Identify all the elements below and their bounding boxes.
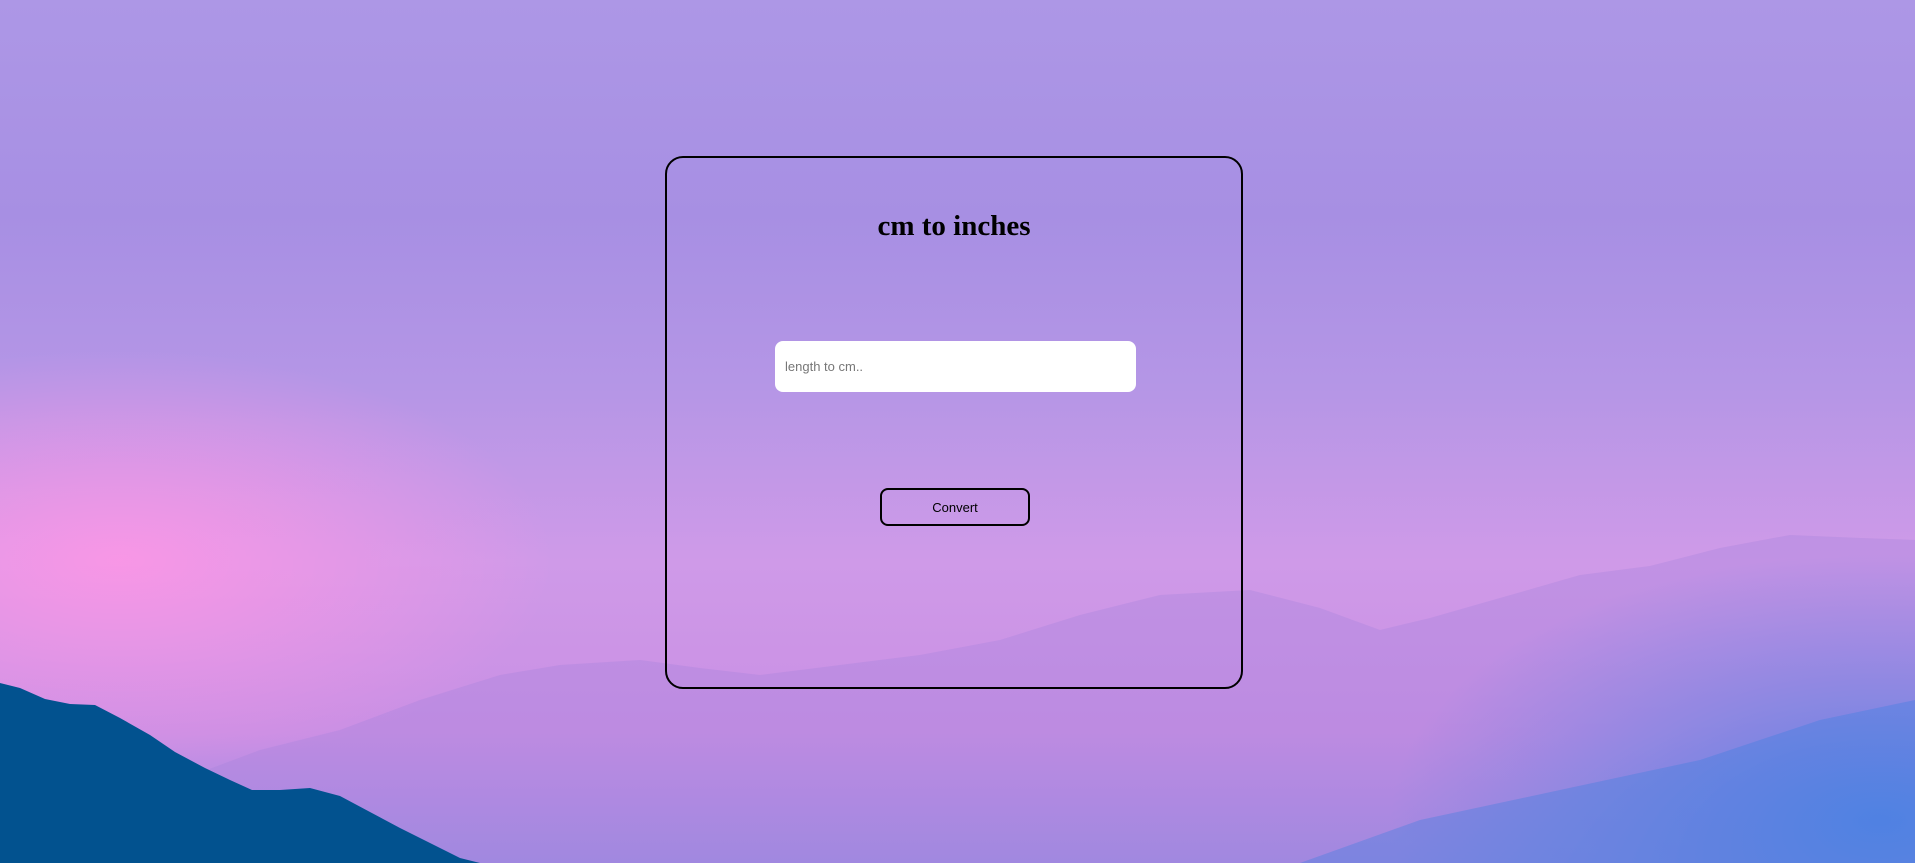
convert-button[interactable]: Convert bbox=[880, 488, 1030, 526]
page-title: cm to inches bbox=[877, 210, 1031, 242]
length-cm-input[interactable] bbox=[775, 341, 1136, 392]
converter-card: cm to inches Convert bbox=[665, 156, 1243, 689]
